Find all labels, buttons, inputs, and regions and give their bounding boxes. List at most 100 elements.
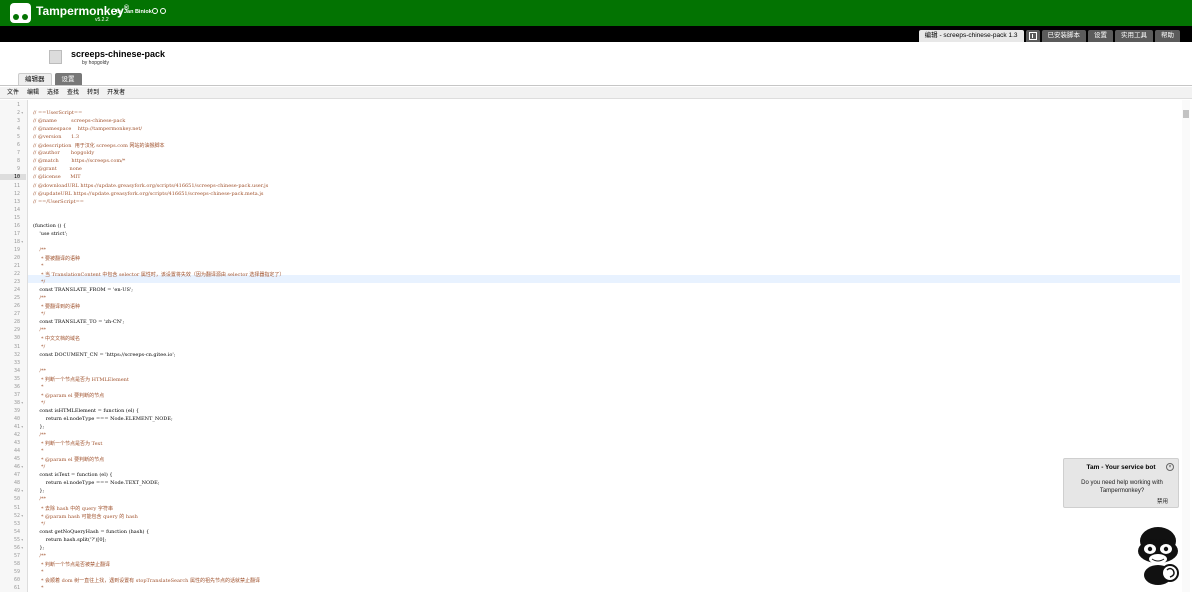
code-line: */	[33, 279, 46, 286]
line-number: 25	[13, 295, 20, 302]
line-number: 32	[13, 351, 20, 358]
line-number: 14	[13, 206, 20, 213]
disable-bot-link[interactable]: 禁用	[1157, 497, 1168, 505]
code-line: return el.nodeType === Node.TEXT_NODE;	[33, 480, 160, 487]
code-line: const DOCUMENT_CN = 'https://screeps-cn.…	[33, 351, 176, 358]
line-number: 23	[13, 279, 20, 286]
code-line: /**	[33, 496, 47, 503]
code-line: * 去除 hash 中的 query 字符串	[33, 505, 113, 512]
line-number: 17	[13, 230, 20, 237]
code-line: // ==UserScript==	[33, 110, 83, 117]
code-line: /**	[33, 367, 47, 374]
editor-scrollbar[interactable]	[1182, 100, 1190, 592]
code-line: /**	[33, 327, 47, 334]
menu-item-4[interactable]: 转到	[87, 87, 99, 98]
script-name: screeps-chinese-pack	[71, 49, 166, 59]
fold-toggle-icon[interactable]: ▾	[21, 513, 23, 518]
line-number: 61	[13, 585, 20, 591]
line-number: 47	[13, 472, 20, 479]
line-number: 48	[13, 480, 20, 487]
code-line: */	[33, 311, 46, 318]
subtab-1[interactable]: 设置	[54, 73, 82, 85]
line-number: 29	[13, 327, 20, 334]
menu-item-3[interactable]: 查找	[67, 87, 79, 98]
author-credit: by Jan Biniok	[116, 9, 152, 15]
nav-tab-2[interactable]: 已安装脚本	[1041, 30, 1086, 42]
line-number: 5	[16, 134, 20, 141]
nav-tabs: 编辑 - screeps-chinese-pack 1.3 已安装脚本 设置 实用工具…	[918, 30, 1180, 42]
code-line: * @param el 要判断的节点	[33, 457, 105, 464]
line-number: 36	[13, 383, 20, 390]
fold-toggle-icon[interactable]: ▾	[21, 545, 23, 550]
line-number-gutter: 1 2 ▾ 3 4 5 6 7 8 9 10 11 12 13 14 15 16 17 18 ▾ 19 20 21 22 23 2…	[0, 100, 28, 592]
line-number: 7	[16, 150, 20, 157]
tampermonkey-logo-icon[interactable]	[10, 3, 31, 23]
code-line: * 判断一个节点是否为 HTMLElement	[33, 376, 129, 383]
line-number: 16	[13, 222, 20, 229]
line-number: 45	[13, 456, 20, 463]
line-number: 38	[13, 399, 20, 406]
fold-toggle-icon[interactable]: ▾	[21, 424, 23, 429]
line-number: 22	[13, 271, 20, 278]
line-number: 56	[13, 544, 20, 551]
menu-item-1[interactable]: 编辑	[27, 87, 39, 98]
code-area[interactable]: // ==UserScript==// @name screeps-chines…	[28, 100, 1180, 592]
nav-tab-4[interactable]: 实用工具	[1115, 30, 1153, 42]
code-line: // @updateURL https://update.greasyfork.…	[33, 190, 264, 197]
scrollbar-thumb[interactable]	[1183, 110, 1189, 118]
brand-text: Tampermonkey	[36, 4, 124, 18]
editor-subtabs: 编辑器 设置	[18, 73, 82, 85]
code-line: * 判断一个节点是否被禁止翻译	[33, 561, 111, 568]
line-number: 41	[13, 424, 20, 430]
line-number: 4	[16, 126, 20, 133]
line-number: 34	[13, 367, 20, 374]
subtab-divider	[0, 85, 1192, 86]
line-number: 9	[16, 166, 20, 173]
code-line: */	[33, 464, 46, 471]
add-script-tab[interactable]	[1025, 30, 1040, 42]
tampermonkey-editor: Tampermonkey® by Jan Biniok v5.2.2 编辑 - …	[0, 0, 1192, 592]
fold-toggle-icon[interactable]: ▾	[21, 400, 23, 405]
code-line: * @param hash 可能包含 query 的 hash	[33, 513, 138, 520]
fold-toggle-icon[interactable]: ▾	[21, 537, 23, 542]
line-number: 54	[13, 528, 20, 535]
line-number: 57	[13, 552, 20, 559]
code-line: const TRANSLATE_TO = 'zh-CN';	[33, 319, 125, 326]
code-line: * @param el 要判断的节点	[33, 392, 105, 399]
code-line: */	[33, 399, 46, 406]
main-nav: 编辑 - screeps-chinese-pack 1.3 已安装脚本 设置 实用工具…	[0, 26, 1192, 42]
code-line: // @namespace http://tampermonkey.net/	[33, 126, 143, 133]
header-bar: Tampermonkey® by Jan Biniok v5.2.2	[0, 0, 1192, 26]
line-number: 42	[13, 432, 20, 439]
line-number: 40	[13, 415, 20, 422]
nav-tab-5[interactable]: 帮助	[1155, 30, 1180, 42]
fold-toggle-icon[interactable]: ▾	[21, 464, 23, 469]
line-number: 49	[13, 488, 20, 495]
nav-tab-3[interactable]: 设置	[1088, 30, 1113, 42]
menu-item-5[interactable]: 开发者	[107, 87, 125, 98]
code-line: /**	[33, 432, 47, 439]
line-number: 52	[13, 512, 20, 519]
line-number: 21	[13, 263, 20, 269]
line-number: 33	[13, 359, 20, 366]
add-script-icon	[1028, 32, 1037, 40]
menu-item-2[interactable]: 选择	[47, 87, 59, 98]
line-number: 11	[13, 182, 20, 189]
menu-item-0[interactable]: 文件	[7, 87, 19, 98]
line-number: 55	[13, 536, 20, 543]
code-line: // @name screeps-chinese-pack	[33, 118, 126, 125]
fold-toggle-icon[interactable]: ▾	[21, 239, 23, 244]
instagram-icon[interactable]	[160, 8, 166, 14]
nav-tab-0[interactable]: 编辑 - screeps-chinese-pack 1.3	[918, 30, 1024, 42]
subtab-0[interactable]: 编辑器	[18, 73, 52, 85]
fold-toggle-icon[interactable]: ▾	[21, 110, 23, 115]
line-number: 59	[13, 568, 20, 575]
line-number: 58	[13, 560, 20, 567]
code-line: // @version 1.3	[33, 134, 80, 141]
code-line: * 要翻译到的语种	[33, 304, 81, 311]
github-icon[interactable]	[152, 8, 158, 14]
line-number: 24	[13, 287, 20, 294]
monkey-bot-icon[interactable]	[1134, 525, 1180, 585]
fold-toggle-icon[interactable]: ▾	[21, 488, 23, 493]
social-links	[152, 8, 166, 14]
